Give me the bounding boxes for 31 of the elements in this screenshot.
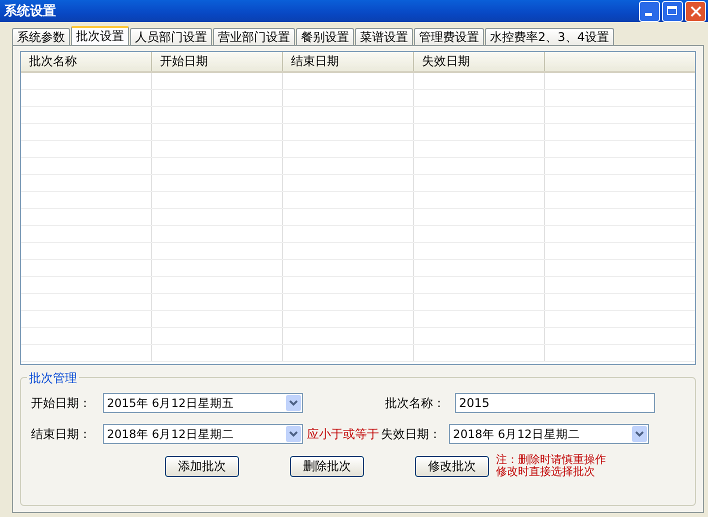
action-button[interactable]: 删除批次 <box>290 456 364 476</box>
date-dropdown[interactable]: 2015年 6月12日星期五 <box>103 393 303 413</box>
minimize-button[interactable] <box>639 0 660 22</box>
tab[interactable]: 营业部门设置 <box>213 28 295 45</box>
action-button[interactable]: 修改批次 <box>415 456 489 476</box>
date-dropdown[interactable]: 2018年 6月12日星期二 <box>449 424 649 444</box>
field-label: 批次名称： <box>385 394 446 412</box>
field-label: 开始日期： <box>31 394 92 412</box>
field-label: 失效日期： <box>381 426 442 442</box>
note-text: 注：删除时请慎重操作 <box>496 454 606 466</box>
field-label: 结束日期： <box>31 426 92 442</box>
tab[interactable]: 菜谱设置 <box>355 28 413 45</box>
column-header[interactable]: 开始日期 <box>152 52 284 71</box>
tab[interactable]: 管理费设置 <box>414 28 484 45</box>
tab[interactable]: 水控费率2、3、4设置 <box>485 28 614 45</box>
date-dropdown[interactable]: 2018年 6月12日星期二 <box>103 424 303 444</box>
maximize-button[interactable] <box>662 0 683 22</box>
note-text: 修改时直接选择批次 <box>496 466 596 478</box>
action-button[interactable]: 添加批次 <box>165 456 239 476</box>
window-title: 系统设置 <box>4 2 56 20</box>
tab[interactable]: 人员部门设置 <box>130 28 212 45</box>
batch-name-field[interactable]: 2015 <box>455 393 655 413</box>
column-header[interactable]: 结束日期 <box>283 52 414 71</box>
group-title: 批次管理 <box>27 370 79 387</box>
tab[interactable]: 系统参数 <box>12 28 70 45</box>
column-header[interactable]: 批次名称 <box>21 52 152 71</box>
column-header[interactable]: 失效日期 <box>414 52 546 71</box>
hint-text: 应小于或等于 <box>306 426 380 442</box>
tab[interactable]: 餐别设置 <box>296 28 354 45</box>
tab[interactable]: 批次设置 <box>71 26 129 45</box>
close-button[interactable] <box>685 0 706 22</box>
